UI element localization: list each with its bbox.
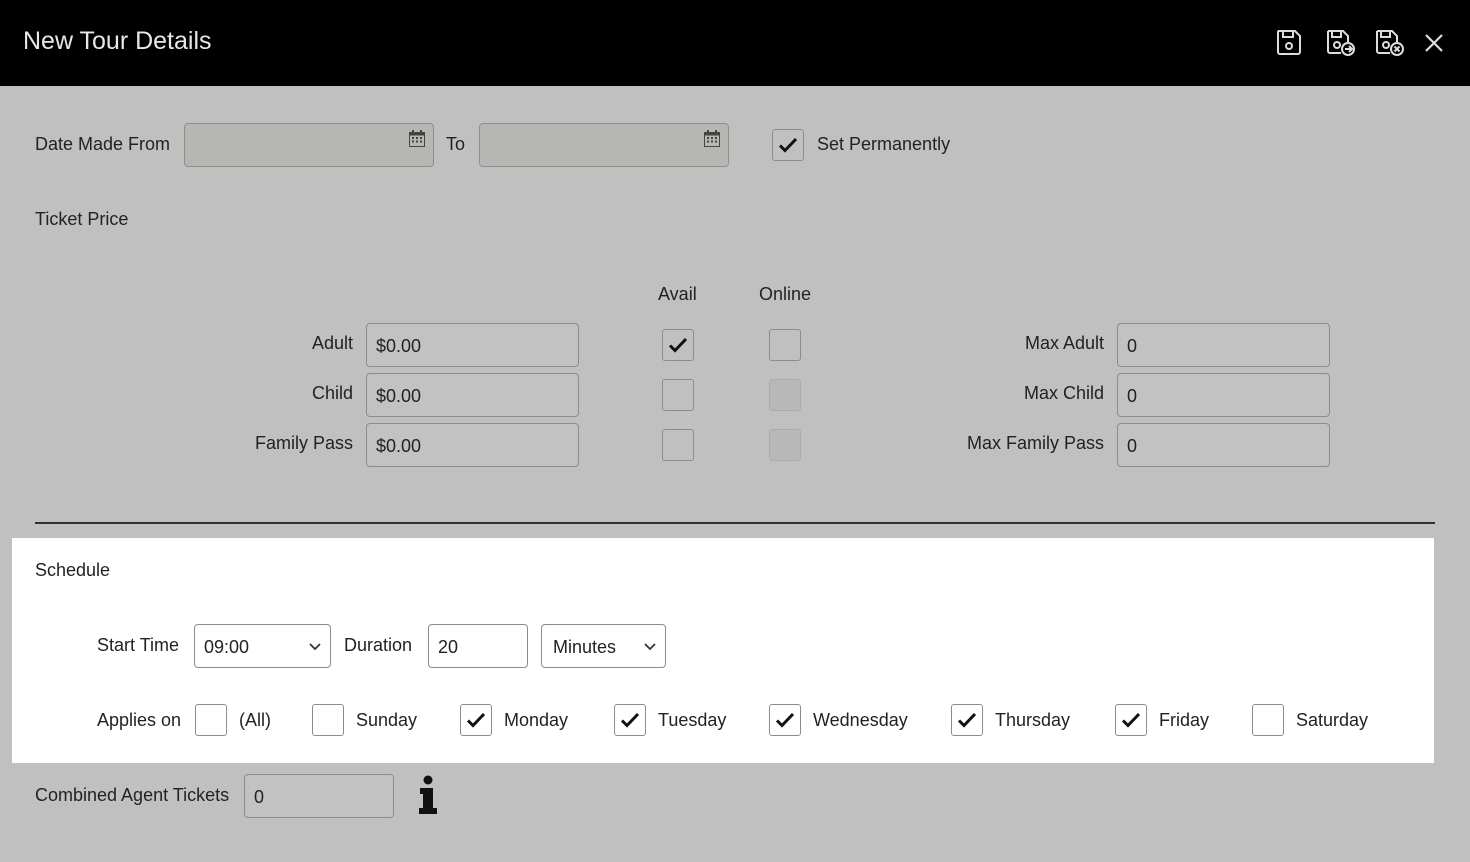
checkmark-icon [775,712,795,728]
duration-label: Duration [344,635,413,655]
schedule-heading: Schedule [35,560,111,580]
day-checkbox-saturday[interactable] [1252,704,1284,736]
day-checkbox-friday[interactable] [1115,704,1147,736]
day-checkbox-monday[interactable] [460,704,492,736]
start-time-value: 09:00 [204,637,250,657]
checkmark-icon [668,337,688,353]
day-checkbox-all[interactable] [195,704,227,736]
checkmark-icon [466,712,486,728]
max-ticket-label: Max Adult [1024,333,1104,353]
date-made-from-label: Date Made From [35,134,171,154]
max-ticket-input[interactable]: 0 [1117,373,1330,417]
combined-agent-tickets-label: Combined Agent Tickets [35,785,230,805]
online-checkbox [769,379,801,411]
duration-unit-value: Minutes [553,637,617,657]
chevron-down-icon [644,643,656,651]
checkmark-icon [620,712,640,728]
set-permanently-label: Set Permanently [817,134,951,154]
ticket-price-input[interactable]: $0.00 [366,323,579,367]
set-permanently-checkbox[interactable] [772,129,804,161]
ticket-price-heading: Ticket Price [35,209,129,229]
avail-checkbox[interactable] [662,379,694,411]
applies-on-label: Applies on [97,710,182,730]
ticket-type-label: Child [311,383,353,403]
day-label-wednesday: Wednesday [813,710,908,730]
day-label-friday: Friday [1159,710,1210,730]
day-checkbox-tuesday[interactable] [614,704,646,736]
calendar-icon[interactable] [409,130,425,147]
ticket-price-input[interactable]: $0.00 [366,373,579,417]
ticket-price-input[interactable]: $0.00 [366,423,579,467]
max-ticket-label: Max Family Pass [966,433,1104,453]
checkmark-icon [957,712,977,728]
duration-input[interactable]: 20 [428,624,528,668]
day-label-thursday: Thursday [995,710,1071,730]
day-label-all: (All) [239,710,271,730]
day-label-sunday: Sunday [356,710,418,730]
day-label-saturday: Saturday [1296,710,1369,730]
section-divider [35,522,1435,524]
avail-column-header: Avail [658,284,697,304]
combined-agent-tickets-input[interactable]: 0 [244,774,394,818]
save-and-new-icon[interactable] [1324,26,1356,58]
max-ticket-input[interactable]: 0 [1117,323,1330,367]
max-ticket-label: Max Child [1023,383,1104,403]
day-label-monday: Monday [504,710,569,730]
day-checkbox-sunday[interactable] [312,704,344,736]
online-column-header: Online [759,284,812,304]
start-time-label: Start Time [97,635,180,655]
title-bar: New Tour Details [0,0,1470,86]
day-checkbox-wednesday[interactable] [769,704,801,736]
info-icon[interactable] [417,775,439,815]
ticket-type-label: Adult [311,333,353,353]
ticket-type-label: Family Pass [254,433,353,453]
duration-unit-select[interactable]: Minutes [541,624,666,668]
online-checkbox[interactable] [769,329,801,361]
date-to-field[interactable] [479,123,729,167]
to-label: To [446,134,466,154]
checkmark-icon [778,137,798,153]
chevron-down-icon [309,643,321,651]
online-checkbox [769,429,801,461]
day-checkbox-thursday[interactable] [951,704,983,736]
save-and-close-icon[interactable] [1373,26,1405,58]
avail-checkbox[interactable] [662,329,694,361]
start-time-select[interactable]: 09:00 [194,624,331,668]
calendar-icon[interactable] [704,130,720,147]
save-icon[interactable] [1273,26,1305,58]
avail-checkbox[interactable] [662,429,694,461]
window-title: New Tour Details [23,27,212,55]
close-icon[interactable] [1420,26,1448,58]
max-ticket-input[interactable]: 0 [1117,423,1330,467]
day-label-tuesday: Tuesday [658,710,727,730]
date-made-from-field[interactable] [184,123,434,167]
checkmark-icon [1121,712,1141,728]
